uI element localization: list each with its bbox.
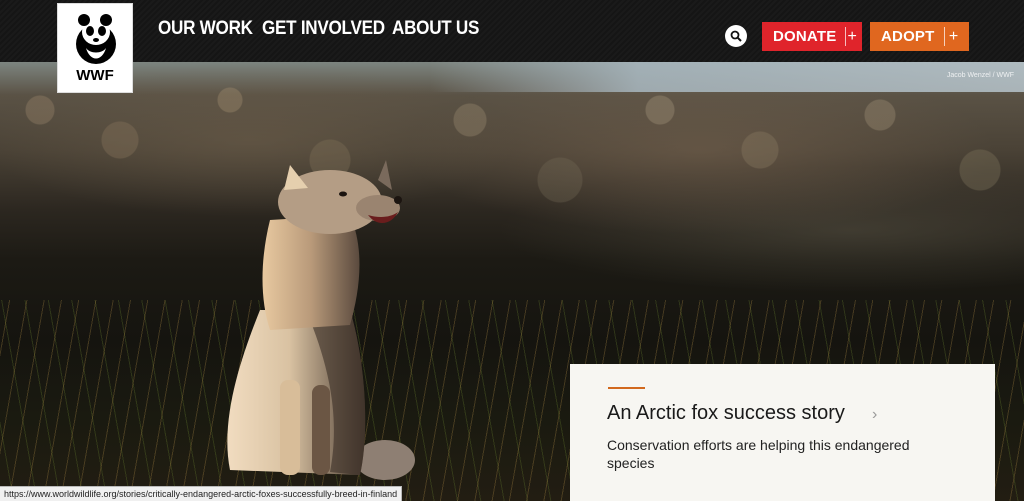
search-button[interactable] — [725, 25, 747, 47]
browser-status-url: https://www.worldwildlife.org/stories/cr… — [0, 486, 403, 501]
plus-icon: + — [845, 27, 858, 46]
photo-credit: Jacob Wenzel / WWF — [946, 72, 1014, 79]
search-icon — [730, 30, 742, 42]
wwf-logo[interactable]: WWF — [57, 3, 133, 93]
nav-our-work[interactable]: OUR WORK — [158, 18, 253, 40]
adopt-label: ADOPT — [881, 28, 935, 45]
adopt-button[interactable]: ADOPT + — [870, 22, 969, 51]
plus-icon: + — [943, 27, 963, 46]
story-card[interactable]: An Arctic fox success story › Conservati… — [570, 364, 995, 501]
nav-about-us[interactable]: ABOUT US — [392, 18, 479, 40]
arctic-fox-figure — [227, 160, 415, 480]
panda-icon — [76, 14, 116, 64]
story-description: Conservation efforts are helping this en… — [607, 437, 910, 471]
donate-button[interactable]: DONATE + — [762, 22, 862, 51]
top-navigation-bar: OUR WORK GET INVOLVED ABOUT US DONATE + … — [0, 0, 1024, 62]
nav-get-involved[interactable]: GET INVOLVED — [262, 18, 385, 40]
story-title[interactable]: An Arctic fox success story — [607, 402, 845, 425]
donate-label: DONATE — [773, 28, 837, 45]
chevron-right-icon[interactable]: › — [872, 406, 877, 424]
accent-rule — [608, 387, 645, 389]
hero-rocks — [0, 70, 1024, 240]
logo-text: WWF — [76, 67, 114, 84]
